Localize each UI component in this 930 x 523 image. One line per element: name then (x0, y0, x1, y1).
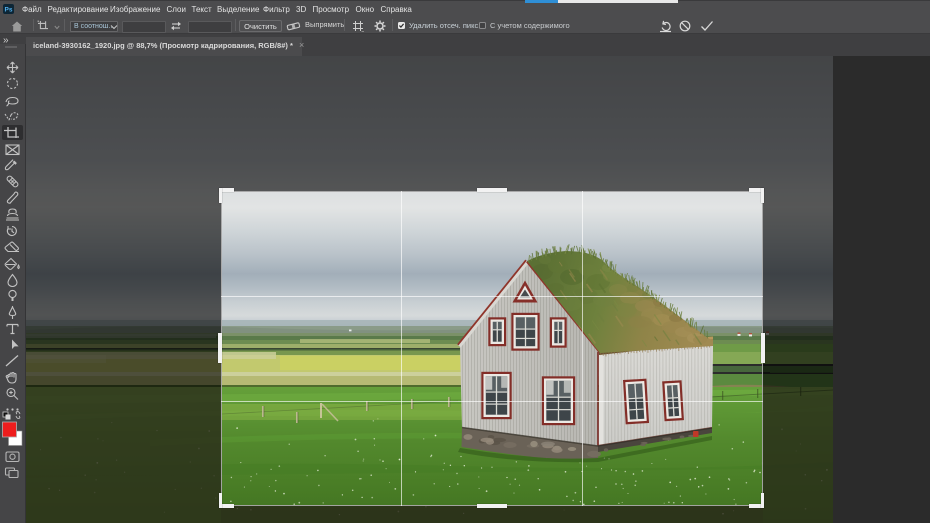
svg-text:Ps: Ps (5, 7, 13, 14)
